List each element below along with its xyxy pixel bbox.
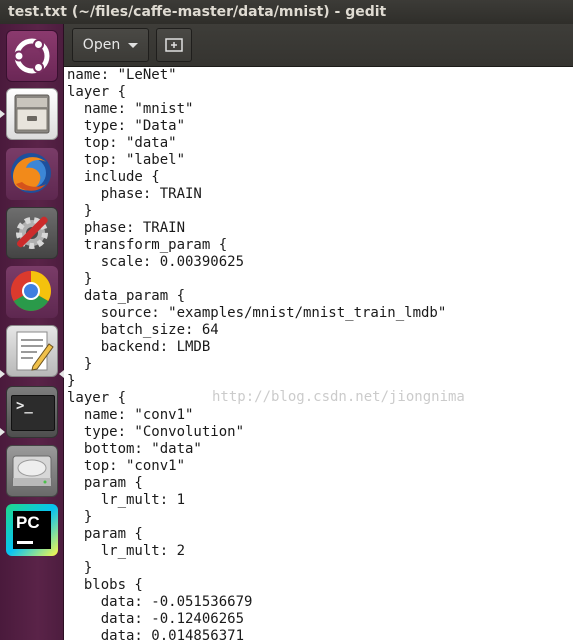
settings-tools-icon xyxy=(16,216,48,249)
code-line: batch_size: 64 xyxy=(67,322,219,338)
code-line: } xyxy=(67,373,76,389)
code-line: layer { xyxy=(67,390,127,406)
code-line: data_param { xyxy=(67,288,186,304)
new-document-button[interactable] xyxy=(156,28,192,62)
launcher-item-text-editor[interactable] xyxy=(6,325,58,377)
firefox-icon xyxy=(11,153,51,193)
launcher-item-system-settings[interactable] xyxy=(6,207,58,259)
code-line: name: "conv1" xyxy=(67,407,194,423)
pycharm-icon: PC xyxy=(13,511,51,549)
code-line: name: "mnist" xyxy=(67,101,194,117)
code-line: name: "LeNet" xyxy=(67,67,177,83)
code-line: param { xyxy=(67,526,143,542)
chrome-icon xyxy=(11,271,51,311)
document-text: name: "LeNet" layer { name: "mnist" type:… xyxy=(64,67,573,640)
code-line: } xyxy=(67,203,93,219)
code-line: phase: TRAIN xyxy=(67,186,202,202)
launcher-item-ubuntu-dash[interactable] xyxy=(6,30,58,82)
code-line: } xyxy=(67,271,93,287)
text-editor-area[interactable]: name: "LeNet" layer { name: "mnist" type:… xyxy=(64,67,573,640)
code-line: lr_mult: 1 xyxy=(67,492,186,508)
code-line: data: -0.12406265 xyxy=(67,611,245,627)
code-line: type: "Convolution" xyxy=(67,424,245,440)
code-line: phase: TRAIN xyxy=(67,220,186,236)
code-line: } xyxy=(67,509,93,525)
launcher-item-firefox[interactable] xyxy=(6,148,58,200)
code-line: top: "data" xyxy=(67,135,177,151)
terminal-prompt: >_ xyxy=(16,398,33,414)
running-indicator xyxy=(0,110,5,118)
code-line: layer { xyxy=(67,84,127,100)
running-indicator xyxy=(0,370,5,378)
code-line: type: "Data" xyxy=(67,118,186,134)
code-line: bottom: "data" xyxy=(67,441,202,457)
code-line: top: "conv1" xyxy=(67,458,186,474)
launcher-item-disk[interactable] xyxy=(6,445,58,497)
code-line: lr_mult: 2 xyxy=(67,543,186,559)
code-line: } xyxy=(67,356,93,372)
launcher-item-chrome[interactable] xyxy=(6,266,58,318)
launcher-item-terminal[interactable]: >_ xyxy=(6,386,58,438)
launcher-item-pycharm[interactable]: PC xyxy=(6,504,58,556)
window-title-bar[interactable]: test.txt (~/files/caffe-master/data/mnis… xyxy=(0,0,573,24)
window-title: test.txt (~/files/caffe-master/data/mnis… xyxy=(8,4,387,20)
running-indicator xyxy=(0,428,5,436)
code-line: scale: 0.00390625 xyxy=(67,254,245,270)
code-line: } xyxy=(67,560,93,576)
ubuntu-logo-icon xyxy=(13,38,50,74)
code-line: include { xyxy=(67,169,160,185)
terminal-icon: >_ xyxy=(11,395,55,431)
open-button-label: Open xyxy=(82,37,121,53)
code-line: backend: LMDB xyxy=(67,339,211,355)
code-line: blobs { xyxy=(67,577,143,593)
new-tab-icon xyxy=(165,38,183,52)
code-line: source: "examples/mnist/mnist_train_lmdb… xyxy=(67,305,447,321)
pycharm-icon-label: PC xyxy=(16,513,40,532)
file-cabinet-icon xyxy=(14,94,50,134)
open-button[interactable]: Open xyxy=(72,28,149,62)
toolbar: Open xyxy=(64,24,573,67)
code-line: transform_param { xyxy=(67,237,228,253)
text-editor-icon xyxy=(16,331,54,371)
code-line: param { xyxy=(67,475,143,491)
code-line: data: 0.014856371 xyxy=(67,628,245,640)
code-line: top: "label" xyxy=(67,152,186,168)
code-line: data: -0.051536679 xyxy=(67,594,253,610)
hard-drive-icon xyxy=(12,455,52,487)
launcher-item-files[interactable] xyxy=(6,88,58,140)
chevron-down-icon xyxy=(128,42,139,48)
launcher: >_ PC xyxy=(0,24,64,640)
